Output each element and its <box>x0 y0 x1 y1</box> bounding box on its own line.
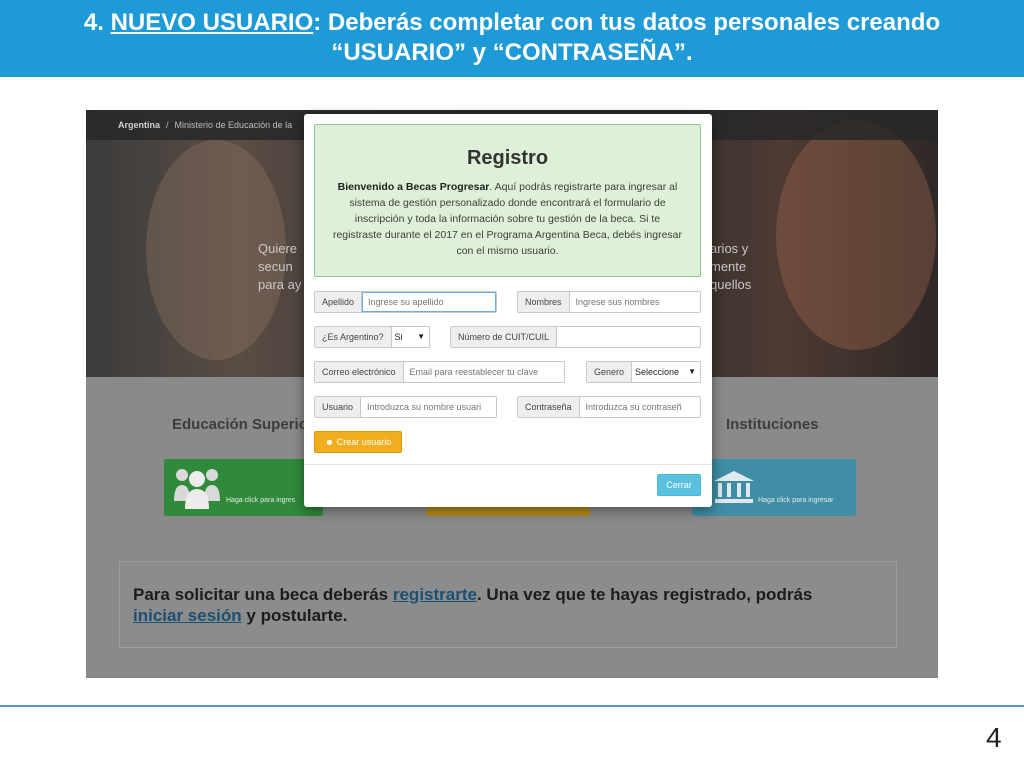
modal-title: Registro <box>466 147 549 169</box>
hero-left-line: para ay <box>258 277 302 292</box>
institution-icon <box>714 471 754 503</box>
people-icon <box>174 469 220 509</box>
contrasena-input[interactable] <box>579 397 700 417</box>
info-text: . Una vez que te hayas registrado, podrá… <box>476 585 813 604</box>
apellido-label: Apellido <box>315 292 363 312</box>
cuit-label: Número de CUIT/CUIL <box>451 327 558 347</box>
hero-text-left: Quiere secun para ay <box>258 240 301 294</box>
close-button[interactable]: Cerrar <box>657 474 701 496</box>
slide-title: 4. NUEVO USUARIO: Deberás completar con … <box>0 0 1024 77</box>
nombres-field: Nombres <box>517 291 701 313</box>
section-heading-institutions: Instituciones <box>726 416 819 433</box>
login-link[interactable]: iniciar sesión <box>133 606 242 625</box>
tile-label: Haga click para ingres <box>226 497 296 504</box>
page-number: 4 <box>986 722 1002 753</box>
hero-figure-right <box>776 120 936 350</box>
genero-select[interactable]: Seleccione ▼ <box>632 362 700 382</box>
contrasena-field: Contraseña <box>517 396 701 418</box>
title-rest: : Deberás completar con tus datos person… <box>313 9 941 36</box>
genero-value: Seleccione <box>635 367 680 377</box>
usuario-label: Usuario <box>315 397 362 417</box>
info-text: Para solicitar una beca deberás <box>133 585 393 604</box>
hero-right-line: quellos <box>710 277 752 292</box>
info-box: Para solicitar una beca deberás registra… <box>119 561 897 648</box>
usuario-input[interactable] <box>361 397 496 417</box>
cuit-input[interactable] <box>557 327 700 347</box>
cuit-field: Número de CUIT/CUIL <box>450 326 701 348</box>
genero-label: Genero <box>587 362 633 382</box>
correo-field: Correo electrónico <box>314 361 565 383</box>
argentino-label: ¿Es Argentino? <box>315 327 392 347</box>
breadcrumb-separator: / <box>166 120 169 130</box>
nombres-input[interactable] <box>569 292 700 312</box>
nombres-label: Nombres <box>518 292 570 312</box>
breadcrumb-home[interactable]: Argentina <box>118 120 160 130</box>
welcome-text: Bienvenido a Becas Progresar. Aquí podrá… <box>329 179 686 259</box>
argentino-field: ¿Es Argentino? Si ▼ <box>314 326 430 348</box>
hero-right-line: arios y <box>710 241 749 256</box>
genero-field: Genero Seleccione ▼ <box>586 361 701 383</box>
breadcrumb-current[interactable]: Ministerio de Educación de la <box>175 120 293 130</box>
welcome-bold: Bienvenido a Becas Progresar <box>337 181 490 193</box>
create-user-label: Crear usuario <box>336 437 392 447</box>
hero-left-line: Quiere <box>258 241 298 256</box>
hero-text-right: arios y mente quellos <box>710 240 751 294</box>
title-underlined: NUEVO USUARIO <box>110 9 314 36</box>
footer-divider <box>0 705 1024 707</box>
hero-right-line: mente <box>710 259 747 274</box>
create-user-button[interactable]: ☻ Crear usuario <box>314 431 402 453</box>
title-prefix: 4. <box>83 9 111 36</box>
section-heading-education: Educación Superio <box>172 416 308 433</box>
apellido-field: Apellido <box>314 291 497 313</box>
registration-modal: Registro Bienvenido a Becas Progresar. A… <box>304 114 712 507</box>
argentino-value: Si <box>394 332 403 342</box>
education-tile[interactable]: Haga click para ingres <box>164 459 323 516</box>
chevron-down-icon: ▼ <box>417 332 425 341</box>
register-link[interactable]: registrarte <box>393 585 477 604</box>
user-add-icon: ☻ <box>324 437 335 447</box>
institutions-tile[interactable]: Haga click para ingresar <box>692 459 856 516</box>
correo-input[interactable] <box>403 362 564 382</box>
correo-label: Correo electrónico <box>315 362 404 382</box>
contrasena-label: Contraseña <box>518 397 580 417</box>
usuario-field: Usuario <box>314 396 497 418</box>
hero-left-line: secun <box>258 259 293 274</box>
welcome-panel: Registro Bienvenido a Becas Progresar. A… <box>314 124 701 277</box>
chevron-down-icon: ▼ <box>688 367 696 376</box>
tile-label: Haga click para ingresar <box>758 497 834 504</box>
title-line-2: “USUARIO” y “CONTRASEÑA”. <box>331 39 693 66</box>
apellido-input[interactable] <box>362 292 496 312</box>
secondary-tile[interactable] <box>426 507 590 516</box>
argentino-select[interactable]: Si ▼ <box>392 327 429 347</box>
info-text: y postularte. <box>241 606 348 625</box>
title-line-1: 4. NUEVO USUARIO: Deberás completar con … <box>0 8 1024 38</box>
slide: 4. NUEVO USUARIO: Deberás completar con … <box>0 0 1024 768</box>
modal-divider <box>304 464 712 465</box>
